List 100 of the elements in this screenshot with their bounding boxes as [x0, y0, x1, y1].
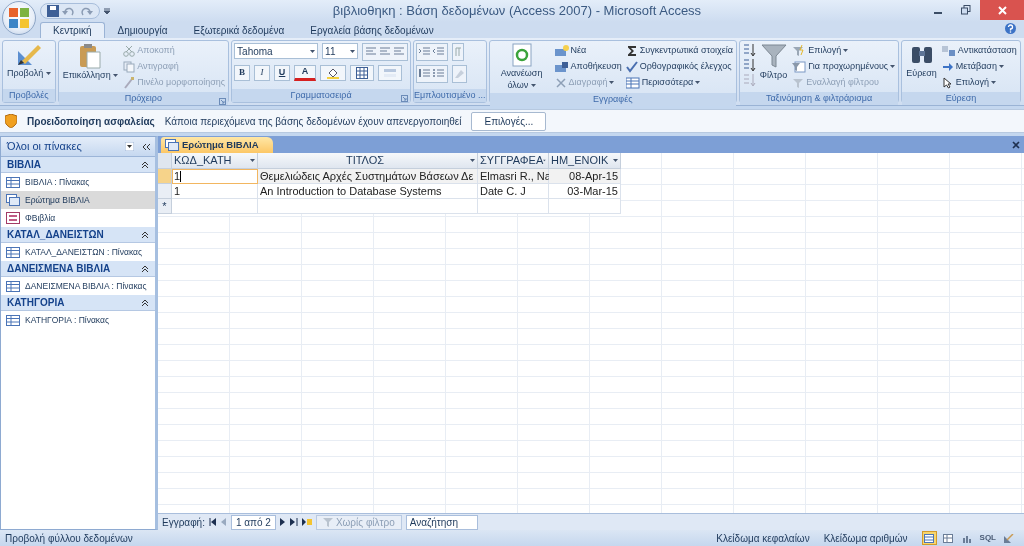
- search-field[interactable]: Αναζήτηση: [405, 514, 478, 530]
- ribbon-button[interactable]: Προβολή: [5, 43, 53, 79]
- group-header[interactable]: ΚΑΤΑΛ_ΔΑΝΕΙΣΤΩΝ: [1, 227, 155, 243]
- document-tab[interactable]: Ερώτημα ΒΙΒΛΙΑ: [161, 137, 273, 153]
- ribbon-tab[interactable]: Δημιουργία: [104, 22, 181, 38]
- ribbon-button[interactable]: Επιλογή: [940, 75, 1018, 90]
- funnel-icon: [760, 43, 787, 69]
- new-record-button[interactable]: [301, 518, 312, 526]
- ribbon-tab[interactable]: Εξωτερικά δεδομένα: [180, 22, 298, 38]
- new-record-icon: [554, 44, 569, 57]
- ribbon-button[interactable]: Νέα: [553, 43, 623, 58]
- caret-icon: [113, 74, 119, 78]
- next-record-button[interactable]: [279, 518, 286, 526]
- pane-menu-button[interactable]: [125, 142, 134, 151]
- last-record-button[interactable]: [289, 518, 298, 526]
- save-icon: [554, 60, 569, 73]
- nav-item[interactable]: ΚΑΤΗΓΟΡΙΑ : Πίνακας: [1, 311, 155, 329]
- column-header[interactable]: ΗΜ_ΕΝΟΙΚ: [549, 153, 621, 169]
- table-cell[interactable]: 03-Mar-15: [549, 184, 621, 199]
- customize-toolbar-button[interactable]: [104, 8, 110, 14]
- help-button[interactable]: [1005, 23, 1016, 34]
- column-header[interactable]: ΤΙΤΛΟΣ: [258, 153, 478, 169]
- table-cell[interactable]: 1: [172, 169, 258, 184]
- view-button[interactable]: [1001, 531, 1016, 545]
- column-header[interactable]: ΚΩΔ_ΚΑΤΗ: [172, 153, 258, 169]
- caret-icon: [990, 81, 996, 84]
- sort-icon: [741, 73, 756, 87]
- ribbon-button[interactable]: Επιλογή: [791, 43, 897, 58]
- caret-icon: [530, 84, 536, 88]
- format-button[interactable]: U: [274, 65, 291, 81]
- redo-icon: [79, 5, 93, 17]
- group-header[interactable]: ΔΑΝΕΙΣΜΕΝΑ ΒΙΒΛΙΑ: [1, 261, 155, 277]
- table-cell[interactable]: 1: [172, 184, 258, 199]
- chevrons-left-icon: [142, 142, 151, 151]
- ribbon-tab[interactable]: Κεντρική: [40, 22, 105, 38]
- font-name-field[interactable]: Tahoma: [234, 43, 319, 59]
- view-button[interactable]: SQL: [978, 531, 997, 545]
- ribbon-button[interactable]: Φίλτρο: [757, 43, 790, 81]
- record-label: Εγγραφή:: [162, 515, 205, 530]
- redo-button[interactable]: [79, 5, 93, 17]
- column-header[interactable]: ΣΥΓΓΡΑΦΕΑ: [478, 153, 549, 169]
- nav-item[interactable]: ΒΙΒΛΙΑ : Πίνακας: [1, 173, 155, 191]
- group-label: Πρόχειρο: [124, 91, 162, 105]
- restore-icon: [961, 5, 971, 15]
- numbered-list-icon: [419, 69, 432, 79]
- datasheet-icon: [924, 533, 935, 543]
- group-label: Εμπλουτισμένο ...: [414, 88, 486, 102]
- close-document-button[interactable]: [1012, 141, 1020, 149]
- close-button[interactable]: [980, 0, 1024, 20]
- format-button[interactable]: B: [234, 65, 251, 81]
- office-logo-icon: [8, 7, 30, 29]
- nav-item[interactable]: ΚΑΤΑΛ_ΔΑΝΕΙΣΤΩΝ : Πίνακας: [1, 243, 155, 261]
- highlighter-icon: [455, 70, 465, 78]
- bullet-list-icon: [433, 69, 446, 79]
- new-record-marker[interactable]: *: [158, 199, 172, 214]
- collapse-pane-button[interactable]: [142, 142, 151, 151]
- format-button[interactable]: I: [254, 65, 271, 81]
- warning-title: Προειδοποίηση ασφαλείας: [27, 114, 155, 129]
- ribbon-button[interactable]: Αποθήκευση: [553, 59, 623, 74]
- table-cell[interactable]: Θεμελιώδεις Αρχές Συστημάτων Βάσεων Δε: [258, 169, 478, 184]
- previous-record-button[interactable]: [220, 518, 227, 526]
- ribbon-button[interactable]: Μετάβαση: [940, 59, 1018, 74]
- first-record-button[interactable]: [208, 518, 217, 526]
- table-cell[interactable]: An Introduction to Database Systems: [258, 184, 478, 199]
- record-position-field[interactable]: 1 από 2: [230, 514, 276, 530]
- paint-bucket-icon: [327, 67, 340, 79]
- arrow-icon: [941, 60, 954, 73]
- warning-message: Κάποια περιεχόμενα της βάσης δεδομένων έχουν απενεργοποιηθεί: [164, 114, 462, 129]
- table-cell[interactable]: 08-Apr-15: [549, 169, 621, 184]
- ribbon-button[interactable]: Αντικατάσταση: [940, 43, 1018, 58]
- nav-item[interactable]: Ερώτημα ΒΙΒΛΙΑ: [1, 191, 155, 209]
- group-label: Γραμματοσειρά: [290, 88, 352, 102]
- pane-title: Όλοι οι πίνακες: [7, 139, 83, 155]
- ruler-pencil-icon: [15, 43, 42, 67]
- caret-icon: [843, 49, 849, 52]
- group-header[interactable]: ΒΙΒΛΙΑ: [1, 157, 155, 173]
- view-button[interactable]: [940, 531, 956, 545]
- ribbon-button[interactable]: Επικόλληση: [60, 43, 121, 81]
- ribbon-button[interactable]: Ορθογραφικός έλεγχος: [624, 59, 734, 74]
- view-button[interactable]: [921, 531, 937, 545]
- caret-icon: [613, 159, 618, 162]
- options-button[interactable]: Επιλογές...: [471, 111, 547, 131]
- ribbon-button[interactable]: Συγκεντρωτικά στοιχεία: [624, 43, 734, 58]
- nav-item[interactable]: ΔΑΝΕΙΣΜΕΝΑ ΒΙΒΛΙΑ : Πίνακας: [1, 277, 155, 295]
- ribbon-tab[interactable]: Εργαλεία βάσης δεδομένων: [297, 22, 447, 38]
- ribbon-button[interactable]: Για προχωρημένους: [791, 59, 897, 74]
- list-buttons[interactable]: [416, 65, 449, 83]
- font-size-field[interactable]: 11: [322, 43, 359, 59]
- nav-item[interactable]: ΦΒιβλία: [1, 209, 155, 227]
- fill-color-button[interactable]: [320, 65, 347, 81]
- ribbon-button[interactable]: Εύρεση: [904, 43, 939, 79]
- ribbon-button[interactable]: Περισσότερα: [624, 75, 734, 90]
- table-cell[interactable]: Date C. J: [478, 184, 549, 199]
- save-button[interactable]: [47, 5, 59, 17]
- ribbon-button[interactable]: Ανανέωση όλων: [491, 43, 552, 91]
- collapse-chevrons-icon: [141, 298, 149, 307]
- group-header[interactable]: ΚΑΤΗΓΟΡΙΑ: [1, 295, 155, 311]
- gridlines-button[interactable]: [350, 65, 375, 81]
- format-button[interactable]: A: [294, 65, 317, 81]
- caret-icon: [470, 159, 475, 162]
